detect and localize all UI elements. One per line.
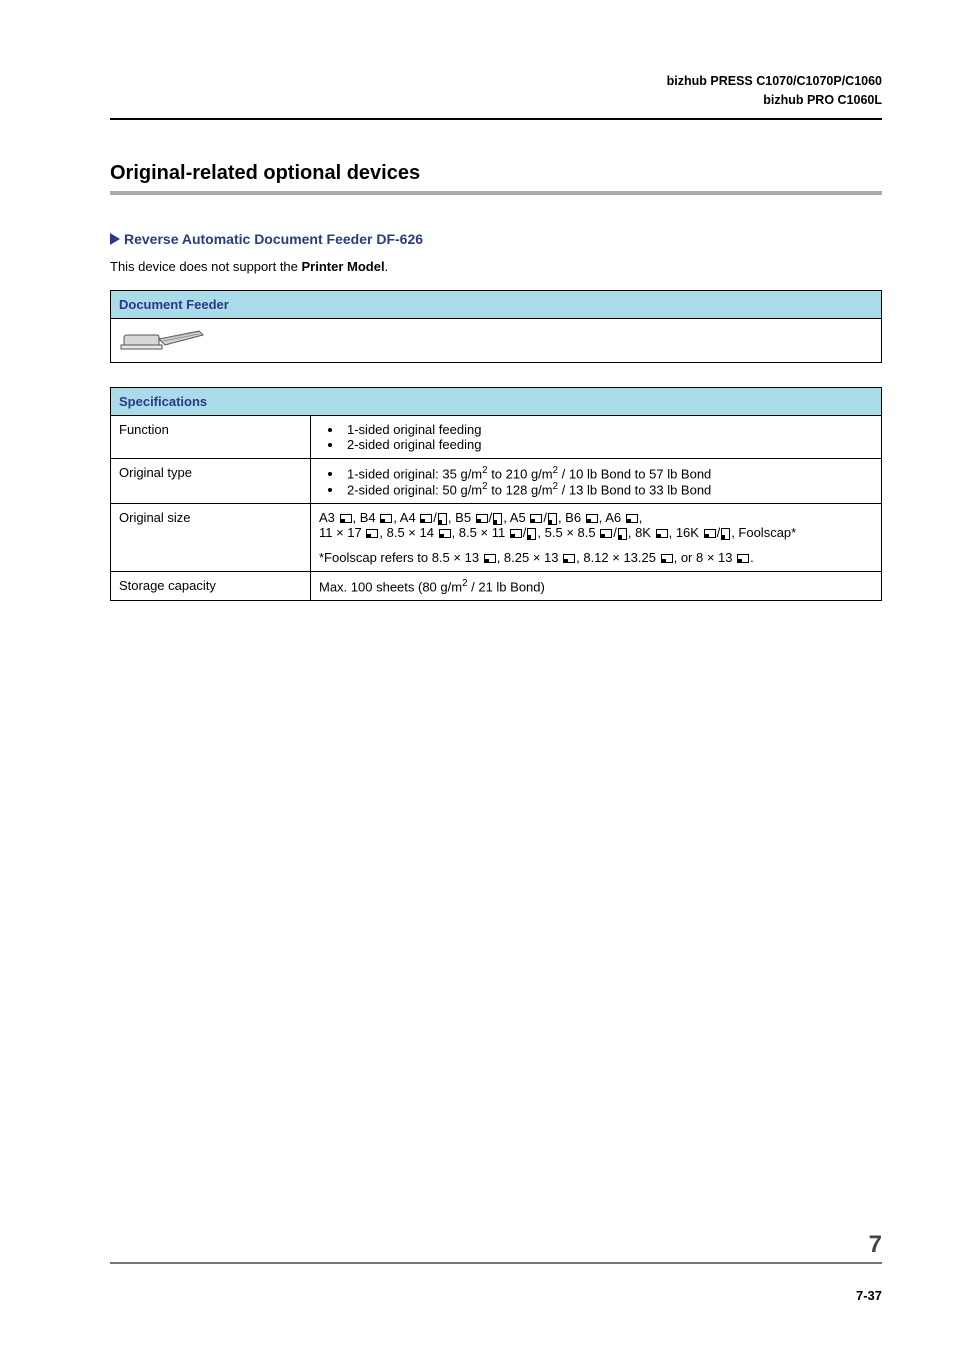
page-number: 7-37 [110,1288,882,1303]
landscape-icon [439,529,451,538]
page-footer: 7 7-37 [110,1231,882,1303]
spec-label-function: Function [111,415,311,458]
landscape-icon [484,554,496,563]
size-line3: *Foolscap refers to 8.5 × 13 , 8.25 × 13… [319,550,873,565]
landscape-icon [737,554,749,563]
header-line1: bizhub PRESS C1070/C1070P/C1060 [110,72,882,91]
landscape-icon [661,554,673,563]
body-text-bold: Printer Model [302,259,385,274]
landscape-icon [600,529,612,538]
list-item: 1-sided original feeding [343,422,873,437]
sub-heading-text: Reverse Automatic Document Feeder DF-626 [124,231,423,247]
portrait-icon [721,528,730,540]
section-rule [110,191,882,195]
landscape-icon [476,514,488,523]
header-line2: bizhub PRO C1060L [110,91,882,110]
spec-label-original-size: Original size [111,504,311,572]
landscape-icon [510,529,522,538]
list-item: 1-sided original: 35 g/m2 to 210 g/m2 / … [343,465,873,481]
portrait-icon [493,513,502,525]
portrait-icon [527,528,536,540]
document-feeder-icon [119,325,209,353]
triangle-icon [110,233,120,245]
chapter-number: 7 [110,1231,882,1264]
specifications-table: Specifications Function 1-sided original… [110,387,882,602]
list-item: 2-sided original: 50 g/m2 to 128 g/m2 / … [343,481,873,497]
spec-label-original-type: Original type [111,458,311,504]
body-text-suffix: . [385,259,389,274]
spec-value-storage: Max. 100 sheets (80 g/m2 / 21 lb Bond) [311,572,882,601]
section-title: Original-related optional devices [110,162,882,185]
landscape-icon [420,514,432,523]
body-text-prefix: This device does not support the [110,259,302,274]
document-feeder-table: Document Feeder [110,290,882,363]
table-row: Original size A3 , B4 , A4 /, B5 /, A5 /… [111,504,882,572]
size-line1: A3 , B4 , A4 /, B5 /, A5 /, B6 , A6 , [319,510,873,525]
page-header: bizhub PRESS C1070/C1070P/C1060 bizhub P… [110,72,882,120]
doc-feeder-header: Document Feeder [111,290,882,318]
table-row: Function 1-sided original feeding 2-side… [111,415,882,458]
landscape-icon [380,514,392,523]
landscape-icon [366,529,378,538]
landscape-icon [586,514,598,523]
spec-header: Specifications [111,387,882,415]
landscape-icon [340,514,352,523]
doc-feeder-image-cell [111,318,882,362]
landscape-icon [626,514,638,523]
spec-label-storage: Storage capacity [111,572,311,601]
spec-value-function: 1-sided original feeding 2-sided origina… [311,415,882,458]
spec-value-original-type: 1-sided original: 35 g/m2 to 210 g/m2 / … [311,458,882,504]
spec-value-original-size: A3 , B4 , A4 /, B5 /, A5 /, B6 , A6 , 11… [311,504,882,572]
portrait-icon [548,513,557,525]
landscape-icon [656,529,668,538]
table-row: Storage capacity Max. 100 sheets (80 g/m… [111,572,882,601]
body-text: This device does not support the Printer… [110,259,882,274]
size-line2: 11 × 17 , 8.5 × 14 , 8.5 × 11 /, 5.5 × 8… [319,525,873,540]
landscape-icon [704,529,716,538]
table-row: Original type 1-sided original: 35 g/m2 … [111,458,882,504]
sub-heading: Reverse Automatic Document Feeder DF-626 [110,231,882,247]
portrait-icon [438,513,447,525]
landscape-icon [530,514,542,523]
portrait-icon [618,528,627,540]
list-item: 2-sided original feeding [343,437,873,452]
landscape-icon [563,554,575,563]
